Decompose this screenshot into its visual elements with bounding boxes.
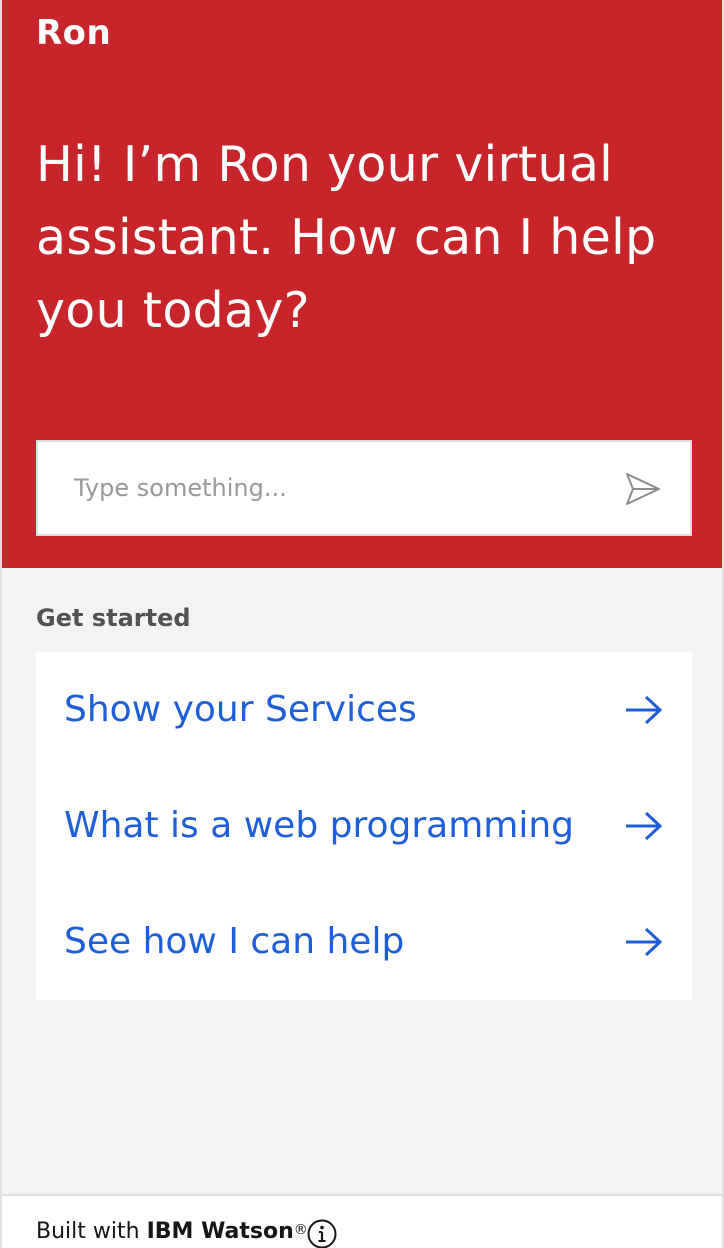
chat-header: Ron Hi! I’m Ron your virtual assistant. … <box>2 0 722 568</box>
built-with-prefix: Built with <box>36 1219 147 1244</box>
chat-widget: Ron Hi! I’m Ron your virtual assistant. … <box>0 0 724 1248</box>
built-with-label: Built with IBM Watson® <box>36 1216 308 1248</box>
greeting-message: Hi! I’m Ron your virtual assistant. How … <box>36 136 657 339</box>
message-input-container <box>36 440 692 536</box>
ibm-watson-brand: IBM Watson <box>146 1219 294 1244</box>
footer: Built with IBM Watson® <box>2 1194 722 1248</box>
arrow-right-icon <box>626 811 663 841</box>
message-input[interactable] <box>74 466 594 510</box>
arrow-right-icon <box>626 695 663 725</box>
bot-name: Ron <box>36 13 112 53</box>
arrow-right-icon <box>626 927 663 957</box>
suggestion-label: Show your Services <box>64 689 417 730</box>
suggestion-web-programming[interactable]: What is a web programming <box>36 768 692 884</box>
suggestion-label: What is a web programming <box>64 805 575 846</box>
suggestion-how-i-can-help[interactable]: See how I can help <box>36 884 692 1000</box>
suggestion-label: See how I can help <box>64 921 405 962</box>
suggestions-card: Show your Services What is a web program… <box>36 652 692 1000</box>
send-icon[interactable] <box>624 470 662 508</box>
suggestion-show-services[interactable]: Show your Services <box>36 652 692 768</box>
info-icon[interactable] <box>306 1218 338 1248</box>
get-started-heading: Get started <box>36 604 191 632</box>
